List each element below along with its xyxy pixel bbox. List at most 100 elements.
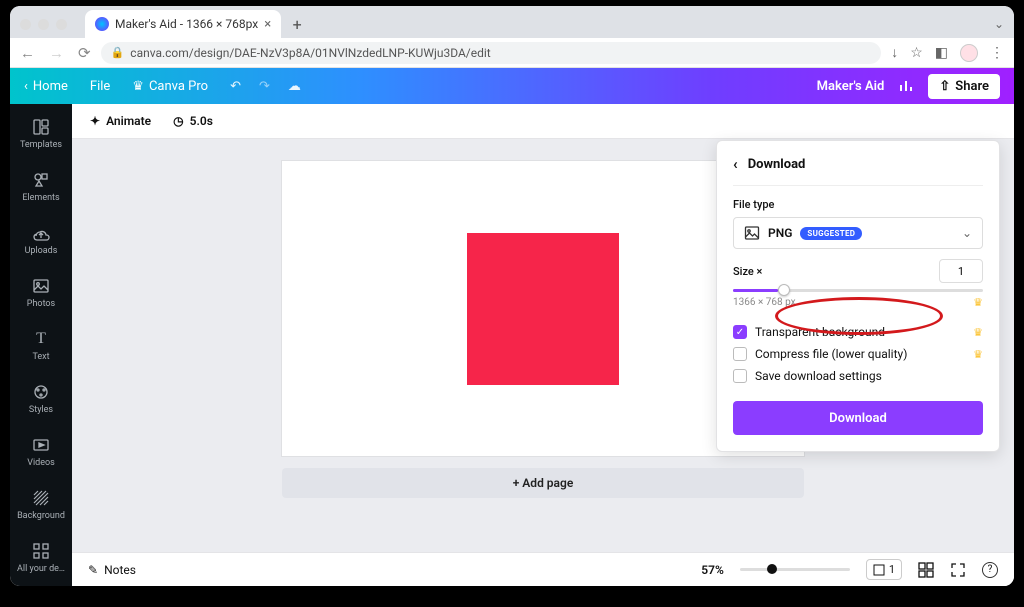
forward-icon[interactable]: → [49, 44, 64, 62]
upload-icon: ⇧ [939, 79, 950, 94]
window-traffic-lights [20, 19, 67, 30]
reload-icon[interactable]: ⟳ [78, 44, 91, 62]
apps-icon [31, 541, 51, 561]
sidebar-label: Background [17, 511, 65, 521]
lock-icon: 🔒 [111, 46, 125, 59]
image-icon [744, 225, 760, 241]
analytics-icon[interactable] [898, 78, 914, 94]
animate-label: Animate [106, 114, 151, 128]
sidebar-label: Photos [27, 299, 55, 309]
sidebar-label: Uploads [25, 246, 58, 256]
sidebar-item-photos[interactable]: Photos [10, 269, 72, 316]
canva-pro-button[interactable]: ♛Canva Pro [132, 79, 208, 94]
page-indicator[interactable]: 1 [866, 559, 902, 580]
sidebar-item-templates[interactable]: Templates [10, 110, 72, 157]
duration-button[interactable]: ◷5.0s [173, 114, 213, 128]
browser-address-bar: ← → ⟳ 🔒 canva.com/design/DAE-NzV3p8A/01N… [10, 38, 1014, 68]
canva-top-toolbar: ‹Home File ♛Canva Pro ↶ ↷ ☁ Maker's Aid … [10, 68, 1014, 104]
traffic-close[interactable] [20, 19, 31, 30]
videos-icon [31, 435, 51, 455]
download-indicator-icon[interactable]: ↓ [891, 44, 898, 61]
sidebar-item-styles[interactable]: Styles [10, 375, 72, 422]
photos-icon [31, 276, 51, 296]
profile-avatar[interactable] [960, 44, 978, 62]
checkbox-icon [733, 347, 747, 361]
back-chevron-icon[interactable]: ‹ [733, 155, 738, 173]
bottom-bar: ✎Notes 57% 1 ? [72, 552, 1014, 586]
help-icon[interactable]: ? [982, 562, 998, 578]
extension-icon[interactable]: ◧ [935, 45, 948, 61]
checkbox-icon [733, 369, 747, 383]
tab-title: Maker's Aid - 1366 × 768px [115, 17, 258, 31]
styles-icon [31, 382, 51, 402]
tab-close-icon[interactable]: × [264, 17, 271, 32]
back-icon[interactable]: ← [20, 44, 35, 62]
add-page-button[interactable]: + Add page [282, 468, 804, 498]
sidebar-label: All your de… [17, 564, 65, 574]
zoom-slider[interactable] [740, 568, 850, 571]
new-tab-button[interactable]: + [287, 14, 307, 34]
animate-icon: ✦ [90, 114, 100, 128]
download-button[interactable]: Download [733, 401, 983, 435]
suggested-badge: SUGGESTED [800, 227, 862, 240]
sidebar-item-all-designs[interactable]: All your de… [10, 534, 72, 581]
bookmark-icon[interactable]: ☆ [910, 45, 923, 61]
cloud-sync-icon[interactable]: ☁ [288, 79, 301, 94]
canva-pro-label: Canva Pro [149, 79, 208, 94]
chevron-left-icon: ‹ [24, 79, 28, 94]
filetype-label: File type [733, 198, 983, 211]
contextual-toolbar: ✦ Animate ◷5.0s [72, 104, 1014, 139]
add-page-label: + Add page [513, 476, 574, 490]
sidebar-item-text[interactable]: TText [10, 322, 72, 369]
sidebar-item-background[interactable]: Background [10, 481, 72, 528]
sidebar-label: Elements [22, 193, 59, 203]
share-button[interactable]: ⇧ Share [928, 74, 1000, 99]
sidebar-item-uploads[interactable]: Uploads [10, 216, 72, 263]
size-knob[interactable] [778, 284, 790, 296]
elements-icon [31, 170, 51, 190]
transparent-background-checkbox[interactable]: ✓ Transparent background ♛ [733, 325, 983, 339]
text-icon: T [31, 329, 51, 349]
sidebar-item-videos[interactable]: Videos [10, 428, 72, 475]
url-bar[interactable]: 🔒 canva.com/design/DAE-NzV3p8A/01NVlNzde… [101, 42, 882, 64]
chevron-down-icon: ⌄ [962, 226, 972, 240]
traffic-zoom[interactable] [56, 19, 67, 30]
undo-icon[interactable]: ↶ [230, 79, 241, 94]
zoom-value[interactable]: 57% [701, 563, 724, 577]
sidebar-item-elements[interactable]: Elements [10, 163, 72, 210]
save-settings-label: Save download settings [755, 369, 882, 383]
page-count: 1 [889, 563, 895, 576]
animate-button[interactable]: ✦ Animate [90, 114, 151, 128]
zoom-knob[interactable] [767, 564, 777, 574]
fullscreen-icon[interactable] [950, 562, 966, 578]
browser-tabbar: Maker's Aid - 1366 × 768px × + ⌄ [10, 6, 1014, 38]
download-title: Download [748, 157, 806, 172]
browser-tab[interactable]: Maker's Aid - 1366 × 768px × [85, 10, 281, 38]
canva-favicon-icon [95, 17, 109, 31]
notes-icon: ✎ [88, 563, 98, 577]
grid-view-icon[interactable] [918, 562, 934, 578]
file-label: File [90, 79, 110, 94]
checkbox-checked-icon: ✓ [733, 325, 747, 339]
size-slider[interactable] [733, 289, 983, 292]
sidebar-label: Videos [27, 458, 55, 468]
redo-icon[interactable]: ↷ [259, 79, 270, 94]
size-input[interactable] [939, 259, 983, 283]
home-button[interactable]: ‹Home [24, 79, 68, 94]
templates-icon [31, 117, 51, 137]
filetype-value: PNG [768, 226, 792, 240]
red-square-shape[interactable] [467, 233, 619, 385]
file-menu[interactable]: File [90, 79, 110, 94]
browser-menu-icon[interactable]: ⋮ [990, 45, 1004, 61]
save-settings-checkbox[interactable]: Save download settings [733, 369, 983, 383]
url-text: canva.com/design/DAE-NzV3p8A/01NVlNzdedL… [130, 46, 490, 60]
compress-checkbox[interactable]: Compress file (lower quality) ♛ [733, 347, 983, 361]
uploads-icon [31, 223, 51, 243]
notes-button[interactable]: ✎Notes [88, 563, 136, 577]
duration-label: 5.0s [190, 114, 213, 128]
traffic-minimize[interactable] [38, 19, 49, 30]
filetype-select[interactable]: PNG SUGGESTED ⌄ [733, 217, 983, 249]
tabbar-dropdown-icon[interactable]: ⌄ [994, 17, 1004, 31]
transparent-label: Transparent background [755, 325, 885, 339]
document-name[interactable]: Maker's Aid [817, 79, 885, 94]
